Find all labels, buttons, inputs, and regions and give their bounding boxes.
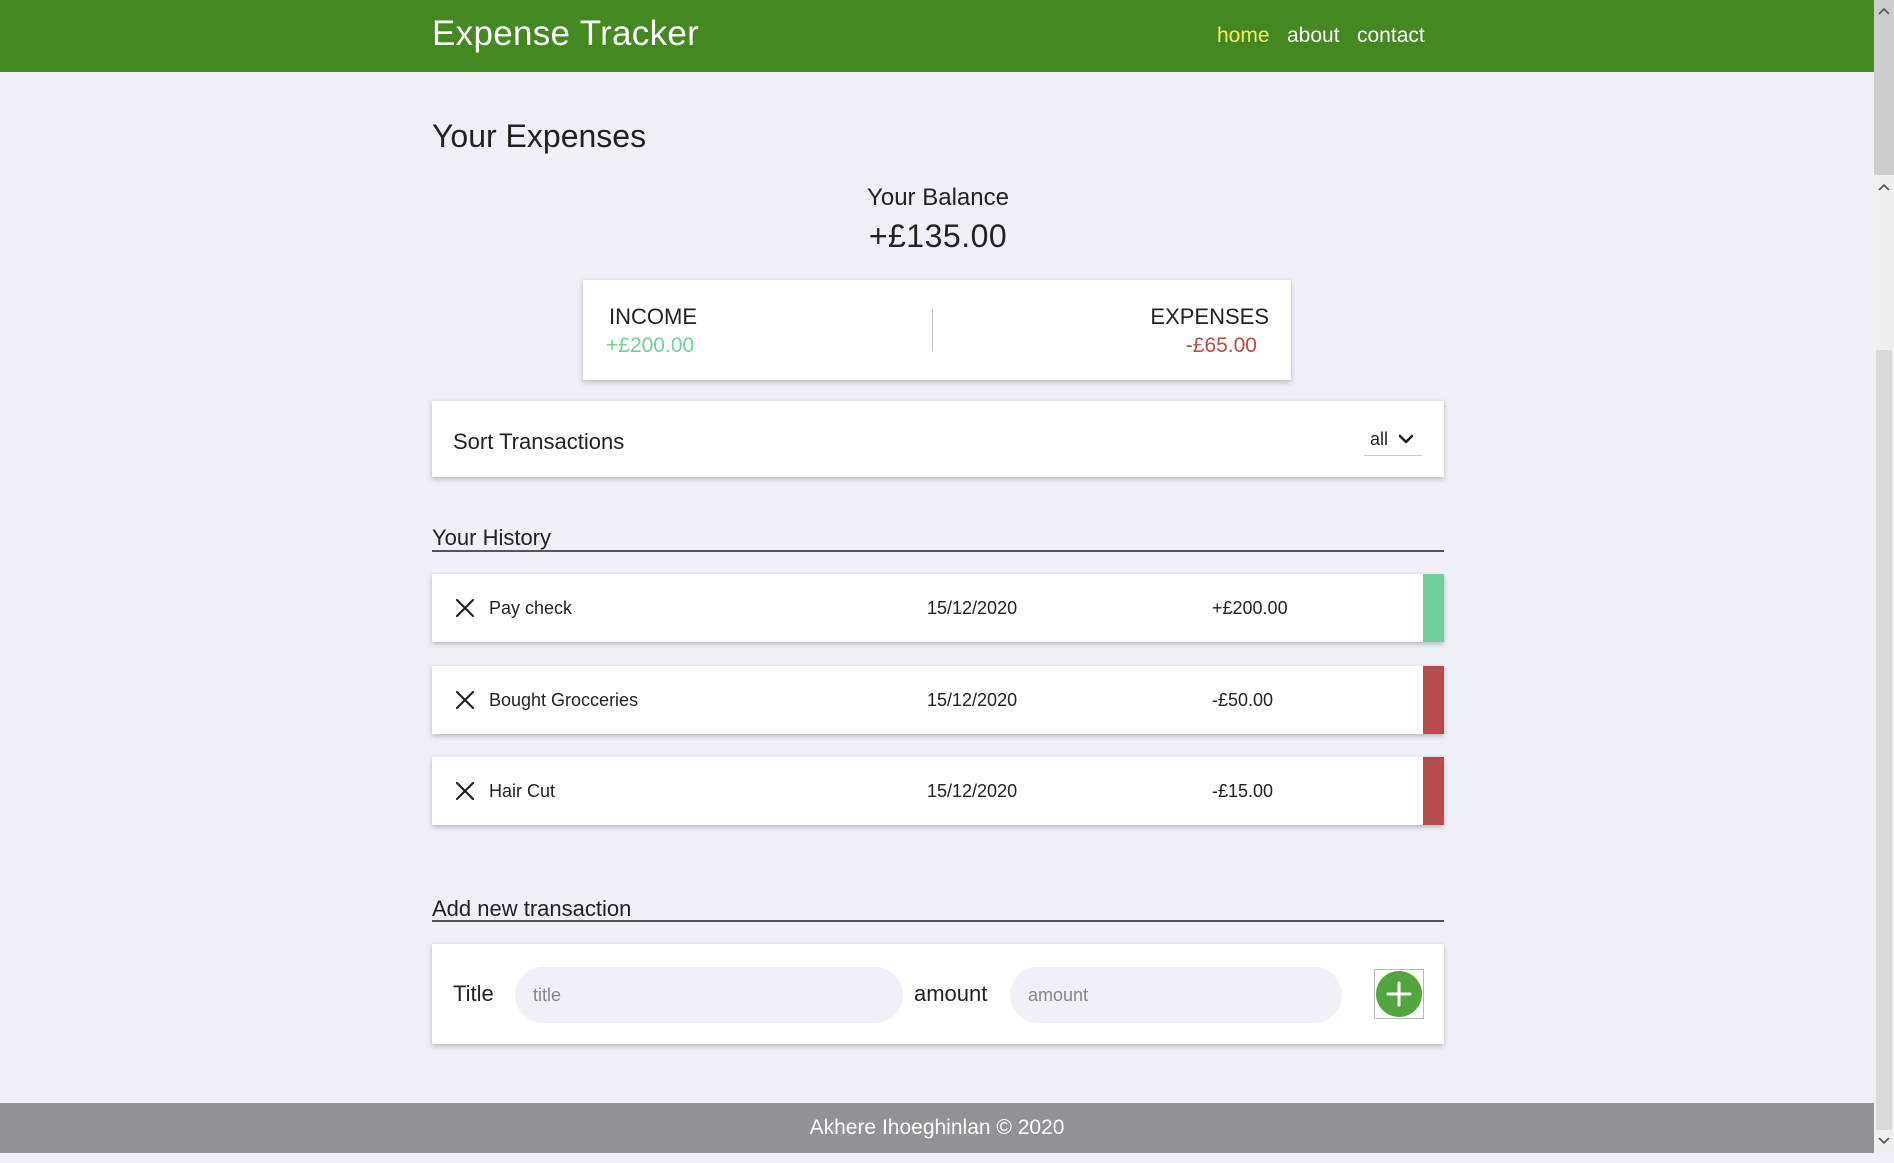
footer-text: Akhere Ihoeghinlan © 2020 [809,1116,1065,1139]
add-button-circle [1376,971,1422,1017]
title-input[interactable] [515,967,903,1023]
amount-label: amount [914,981,988,1006]
income-expense-card: INCOME +£200.00 EXPENSES -£65.00 [583,280,1291,380]
title-label: Title [453,981,494,1006]
scroll-down-arrow-icon[interactable] [1877,1134,1891,1148]
sort-label: Sort Transactions [453,429,625,454]
transaction-title: Hair Cut [489,781,556,801]
history-title: Your History [432,525,552,550]
income-indicator-bar [1423,574,1444,642]
income-label: INCOME [609,304,697,329]
transaction-title: Pay check [489,598,573,618]
sort-selected-value: all [1370,429,1389,449]
transaction-amount: -£15.00 [1212,781,1274,801]
close-icon[interactable] [454,597,476,619]
nav-link-about[interactable]: about [1287,24,1340,48]
transaction-title: Bought Grocceries [489,690,639,710]
transaction-row: Bought Grocceries 15/12/2020 -£50.00 [432,666,1444,734]
transaction-row: Hair Cut 15/12/2020 -£15.00 [432,757,1444,825]
transaction-date: 15/12/2020 [927,781,1018,801]
page-scrollbar[interactable] [1874,0,1894,1153]
close-icon[interactable] [454,780,476,802]
add-transaction-divider [432,920,1444,922]
scroll-up-arrow-icon[interactable] [1877,180,1891,194]
close-icon[interactable] [454,689,476,711]
scroll-up-arrow-icon[interactable] [1877,4,1891,18]
transaction-row: Pay check 15/12/2020 +£200.00 [432,574,1444,642]
top-navbar: Expense Tracker home about contact [0,0,1874,72]
transaction-date: 15/12/2020 [927,690,1018,710]
footer: Akhere Ihoeghinlan © 2020 [0,1103,1874,1153]
add-transaction-form: Title amount [432,944,1444,1044]
balance-label: Your Balance [867,184,1009,211]
add-transaction-button[interactable] [1374,969,1424,1019]
expenses-value: -£65.00 [1185,334,1257,357]
plus-icon [1386,981,1412,1007]
sort-transactions-card: Sort Transactions all [432,401,1444,477]
transaction-amount: +£200.00 [1212,598,1288,618]
amount-input[interactable] [1010,967,1342,1023]
history-divider [432,550,1444,552]
transaction-date: 15/12/2020 [927,598,1018,618]
income-value: +£200.00 [606,334,695,357]
nav-link-home[interactable]: home [1217,24,1270,48]
expense-indicator-bar [1423,666,1444,734]
app-brand[interactable]: Expense Tracker [432,14,699,54]
income-expense-divider [932,309,933,351]
expenses-label: EXPENSES [1150,304,1269,329]
add-transaction-title: Add new transaction [432,896,632,921]
page: Expense Tracker home about contact Your … [0,0,1874,1163]
scrollbar-thumb[interactable] [1876,350,1892,1130]
chevron-down-icon [1398,434,1414,444]
balance-value: +£135.00 [868,218,1008,254]
nav-link-contact[interactable]: contact [1357,24,1425,48]
scrollbar-track-upper [1874,0,1894,175]
page-title: Your Expenses [432,118,647,154]
transaction-amount: -£50.00 [1212,690,1274,710]
expense-indicator-bar [1423,757,1444,825]
sort-select[interactable]: all [1364,425,1422,456]
